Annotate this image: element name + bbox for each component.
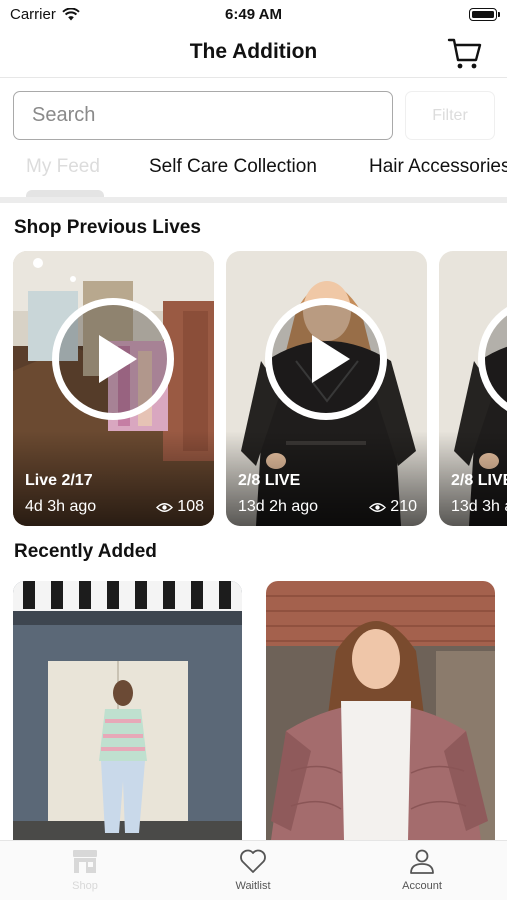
eye-icon	[156, 502, 174, 512]
live-time-ago: 13d 3h ago	[451, 498, 507, 515]
section-heading-previous-lives: Shop Previous Lives	[14, 217, 201, 238]
live-title: 2/8 LIVE	[238, 472, 301, 489]
live-view-count: 210	[369, 498, 417, 516]
nav-shop-label: Shop	[72, 880, 98, 892]
live-card[interactable]: 2/8 LIVE 13d 3h ago	[439, 251, 507, 526]
nav-waitlist-label: Waitlist	[235, 880, 271, 892]
previous-lives-carousel: Live 2/17 4d 3h ago 108 2/8 LIVE 13d 2h …	[0, 251, 507, 527]
heart-icon	[240, 849, 266, 873]
tab-my-feed[interactable]: My Feed	[26, 156, 100, 178]
battery-icon	[469, 8, 500, 21]
cart-icon[interactable]	[447, 36, 483, 70]
live-time-ago: 13d 2h ago	[238, 498, 319, 515]
tab-hair-accessories[interactable]: Hair Accessories	[369, 156, 507, 178]
view-count-label: 108	[177, 498, 204, 515]
live-view-count: 108	[156, 498, 204, 516]
eye-icon	[369, 502, 387, 512]
play-button[interactable]	[265, 298, 387, 420]
nav-account[interactable]: Account	[362, 847, 482, 892]
section-heading-recently-added: Recently Added	[14, 541, 157, 562]
bottom-nav: Shop Waitlist Account	[0, 840, 507, 900]
nav-waitlist[interactable]: Waitlist	[193, 847, 313, 892]
app-header: The Addition	[0, 30, 507, 78]
search-input[interactable]	[13, 91, 393, 140]
app-screen: Carrier 6:49 AM The Addition Filter My F…	[0, 0, 507, 900]
person-icon	[410, 849, 434, 874]
category-tabs: My Feed Self Care Collection Hair Access…	[0, 150, 507, 198]
store-icon	[73, 850, 97, 873]
live-card[interactable]: 2/8 LIVE 13d 2h ago 210	[226, 251, 427, 526]
nav-account-label: Account	[402, 880, 442, 892]
product-image	[13, 581, 242, 840]
tab-self-care-collection[interactable]: Self Care Collection	[149, 156, 317, 178]
status-time: 6:49 AM	[225, 6, 282, 23]
status-bar: Carrier 6:49 AM	[0, 0, 507, 30]
play-icon	[312, 335, 350, 383]
tabs-divider	[0, 197, 507, 203]
product-card[interactable]	[266, 581, 495, 840]
filter-label: Filter	[432, 106, 468, 124]
product-image	[266, 581, 495, 840]
play-icon	[99, 335, 137, 383]
play-button[interactable]	[52, 298, 174, 420]
play-icon	[485, 305, 507, 413]
page-title: The Addition	[189, 40, 318, 63]
filter-button[interactable]: Filter	[405, 91, 495, 140]
view-count-label: 210	[390, 498, 417, 515]
nav-shop[interactable]: Shop	[25, 847, 145, 892]
live-title: 2/8 LIVE	[451, 472, 507, 489]
live-time-ago: 4d 3h ago	[25, 498, 97, 515]
product-card[interactable]	[13, 581, 242, 840]
live-card[interactable]: Live 2/17 4d 3h ago 108	[13, 251, 214, 526]
live-title: Live 2/17	[25, 472, 93, 489]
